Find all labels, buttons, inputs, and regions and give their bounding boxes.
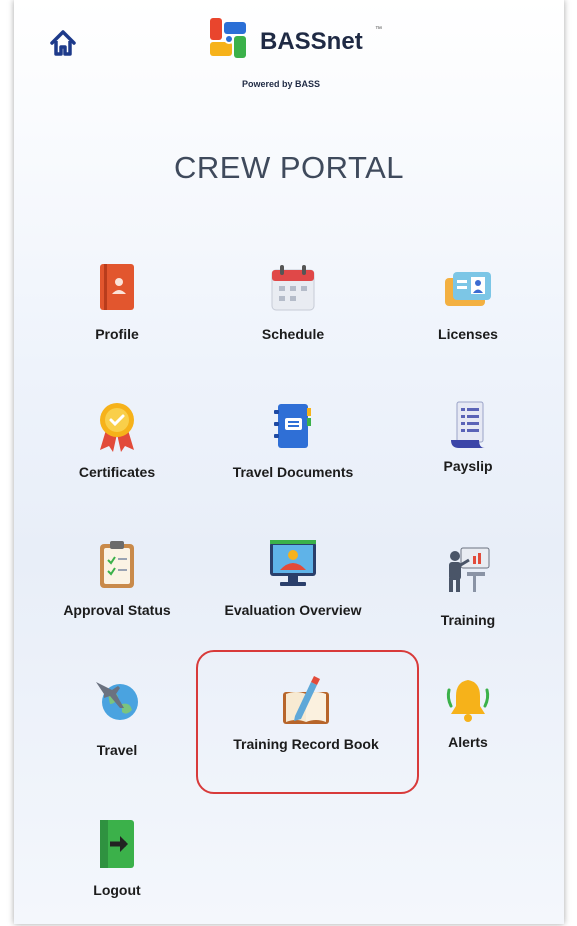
- document-icon: [274, 404, 311, 448]
- presentation-icon: [270, 540, 316, 586]
- training-board-icon: [449, 547, 490, 592]
- calendar-icon: [271, 265, 315, 311]
- certificates-label: Certificates: [78, 464, 156, 480]
- clipboard-icon: [100, 541, 134, 588]
- travel-documents-label: Travel Documents: [232, 464, 354, 480]
- travel-label: Travel: [96, 742, 138, 758]
- schedule-label: Schedule: [261, 326, 325, 342]
- training-tile[interactable]: Training: [398, 538, 538, 638]
- logout-icon: [100, 820, 134, 868]
- globe-plane-icon: [96, 682, 138, 720]
- profile-label: Profile: [95, 326, 139, 342]
- profile-icon: [100, 264, 134, 310]
- travel-documents-tile[interactable]: Travel Documents: [223, 400, 363, 500]
- training-label: Training: [440, 612, 496, 628]
- home-icon[interactable]: [48, 28, 78, 58]
- highlight-outline: [196, 650, 419, 794]
- logout-label: Logout: [93, 882, 141, 898]
- brand-trademark: ™: [375, 26, 382, 33]
- bassnet-logo-icon: [210, 18, 246, 58]
- payslip-label: Payslip: [443, 458, 493, 474]
- logout-tile[interactable]: Logout: [47, 818, 187, 918]
- schedule-tile[interactable]: Schedule: [223, 262, 363, 362]
- bell-icon: [446, 680, 490, 722]
- travel-tile[interactable]: Travel: [47, 674, 187, 774]
- profile-tile[interactable]: Profile: [47, 262, 187, 362]
- payslip-tile[interactable]: Payslip: [398, 400, 538, 500]
- evaluation-overview-tile[interactable]: Evaluation Overview: [223, 538, 363, 638]
- approval-status-tile[interactable]: Approval Status: [47, 538, 187, 638]
- certificates-tile[interactable]: Certificates: [47, 400, 187, 500]
- brand-logo: BASSnet ™ Powered by BASS: [206, 14, 406, 94]
- id-card-icon: [445, 272, 491, 306]
- receipt-icon: [451, 401, 485, 448]
- brand-tagline: Powered by BASS: [242, 79, 321, 89]
- brand-name: BASSnet: [260, 28, 363, 55]
- licenses-tile[interactable]: Licenses: [398, 262, 538, 362]
- licenses-label: Licenses: [438, 326, 498, 342]
- approval-status-label: Approval Status: [63, 602, 171, 618]
- page-title: CREW PORTAL: [174, 150, 404, 185]
- evaluation-overview-label: Evaluation Overview: [224, 602, 362, 618]
- portal-frame: BASSnet ™ Powered by BASS CREW PORTAL Pr…: [14, 0, 564, 924]
- alerts-tile[interactable]: Alerts: [398, 674, 538, 774]
- medal-icon: [100, 403, 134, 452]
